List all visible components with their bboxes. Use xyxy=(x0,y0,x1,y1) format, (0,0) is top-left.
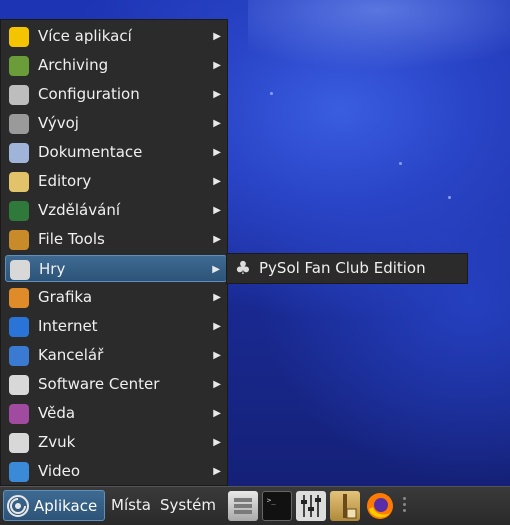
menu-item-label: Zvuk xyxy=(38,433,76,451)
file-manager-icon[interactable] xyxy=(228,491,258,521)
menu-item-label: PySol Fan Club Edition xyxy=(259,259,426,277)
menu-item-documentation[interactable]: Dokumentace ▶ xyxy=(5,139,227,166)
menu-item-label: Software Center xyxy=(38,375,160,393)
menu-item-hammer[interactable]: Vývoj ▶ xyxy=(5,110,227,137)
applications-menu: Více aplikací ▶ Archiving ▶ Configuration ▶ Vý… xyxy=(0,19,228,486)
bottom-panel: Aplikace Místa Systém >_ xyxy=(0,486,510,525)
menu-item-office[interactable]: Kancelář ▶ xyxy=(5,342,227,369)
games-icon xyxy=(10,260,30,280)
wallpaper-glow xyxy=(248,0,510,70)
menu-item-label: Více aplikací xyxy=(38,27,132,45)
menu-item-label: Internet xyxy=(38,317,98,335)
menu-item-internet[interactable]: Internet ▶ xyxy=(5,313,227,340)
menu-item-education[interactable]: Vzdělávání ▶ xyxy=(5,197,227,224)
menu-item-label: Grafika xyxy=(38,288,93,306)
menu-item-label: Vývoj xyxy=(38,114,79,132)
more-apps-icon xyxy=(9,27,29,47)
menu-item-label: Archiving xyxy=(38,56,109,74)
wallpaper-star xyxy=(270,92,273,95)
firefox-icon[interactable] xyxy=(365,491,395,521)
games-submenu: ♣ PySol Fan Club Edition xyxy=(226,253,468,284)
menu-item-editor[interactable]: Editory ▶ xyxy=(5,168,227,195)
menu-item-label: Hry xyxy=(39,260,66,278)
archive-icon xyxy=(9,56,29,76)
panel-handle[interactable] xyxy=(403,497,407,515)
menu-item-label: Věda xyxy=(38,404,76,422)
menu-item-software-center[interactable]: Software Center ▶ xyxy=(5,371,227,398)
hammer-icon xyxy=(9,114,29,134)
menu-item-archive[interactable]: Archiving ▶ xyxy=(5,52,227,79)
chevron-right-icon: ▶ xyxy=(213,292,221,303)
internet-icon xyxy=(9,317,29,337)
menu-item-label: Kancelář xyxy=(38,346,104,364)
applications-label: Aplikace xyxy=(34,497,98,515)
graphics-icon xyxy=(9,288,29,308)
menu-item-sound[interactable]: Zvuk ▶ xyxy=(5,429,227,456)
menu-item-graphics[interactable]: Grafika ▶ xyxy=(5,284,227,311)
menu-item-label: Editory xyxy=(38,172,92,190)
science-icon xyxy=(9,404,29,424)
menu-item-label: Dokumentace xyxy=(38,143,143,161)
chevron-right-icon: ▶ xyxy=(213,437,221,448)
chevron-right-icon: ▶ xyxy=(213,321,221,332)
chevron-right-icon: ▶ xyxy=(213,118,221,129)
menu-item-label: File Tools xyxy=(38,230,105,248)
menu-item-file-tools[interactable]: File Tools ▶ xyxy=(5,226,227,253)
wallpaper-star xyxy=(399,162,402,165)
chevron-right-icon: ▶ xyxy=(213,350,221,361)
applications-button[interactable]: Aplikace xyxy=(3,490,105,521)
places-menu[interactable]: Místa xyxy=(111,496,151,514)
editor-icon xyxy=(9,172,29,192)
chevron-right-icon: ▶ xyxy=(213,89,221,100)
chevron-right-icon: ▶ xyxy=(213,205,221,216)
education-icon xyxy=(9,201,29,221)
club-card-icon: ♣ xyxy=(234,258,252,279)
menu-item-label: Configuration xyxy=(38,85,140,103)
chevron-right-icon: ▶ xyxy=(213,466,221,477)
svg-text:>_: >_ xyxy=(267,495,276,504)
video-icon xyxy=(9,462,29,482)
menu-item-games[interactable]: Hry ▶ xyxy=(5,255,227,282)
menu-item-configuration[interactable]: Configuration ▶ xyxy=(5,81,227,108)
system-menu[interactable]: Systém xyxy=(160,496,216,514)
chevron-right-icon: ▶ xyxy=(213,176,221,187)
menu-item-science[interactable]: Věda ▶ xyxy=(5,400,227,427)
wallpaper-star xyxy=(448,196,451,199)
chevron-right-icon: ▶ xyxy=(213,379,221,390)
chevron-right-icon: ▶ xyxy=(213,31,221,42)
file-tools-icon xyxy=(9,230,29,250)
terminal-icon[interactable]: >_ xyxy=(262,491,292,521)
chevron-right-icon: ▶ xyxy=(213,60,221,71)
documentation-icon xyxy=(9,143,29,163)
menu-item-label: Vzdělávání xyxy=(38,201,120,219)
chevron-right-icon: ▶ xyxy=(213,408,221,419)
office-icon xyxy=(9,346,29,366)
menu-item-video[interactable]: Video ▶ xyxy=(5,458,227,485)
archive-manager-icon[interactable] xyxy=(330,491,360,521)
chevron-right-icon: ▶ xyxy=(213,234,221,245)
chevron-right-icon: ▶ xyxy=(213,147,221,158)
distro-logo-icon xyxy=(7,495,29,517)
menu-item-more-apps[interactable]: Více aplikací ▶ xyxy=(5,23,227,50)
settings-mixer-icon[interactable] xyxy=(296,491,326,521)
sound-icon xyxy=(9,433,29,453)
configuration-icon xyxy=(9,85,29,105)
chevron-right-icon: ▶ xyxy=(212,264,220,275)
menu-item-label: Video xyxy=(38,462,81,480)
software-center-icon xyxy=(9,375,29,395)
